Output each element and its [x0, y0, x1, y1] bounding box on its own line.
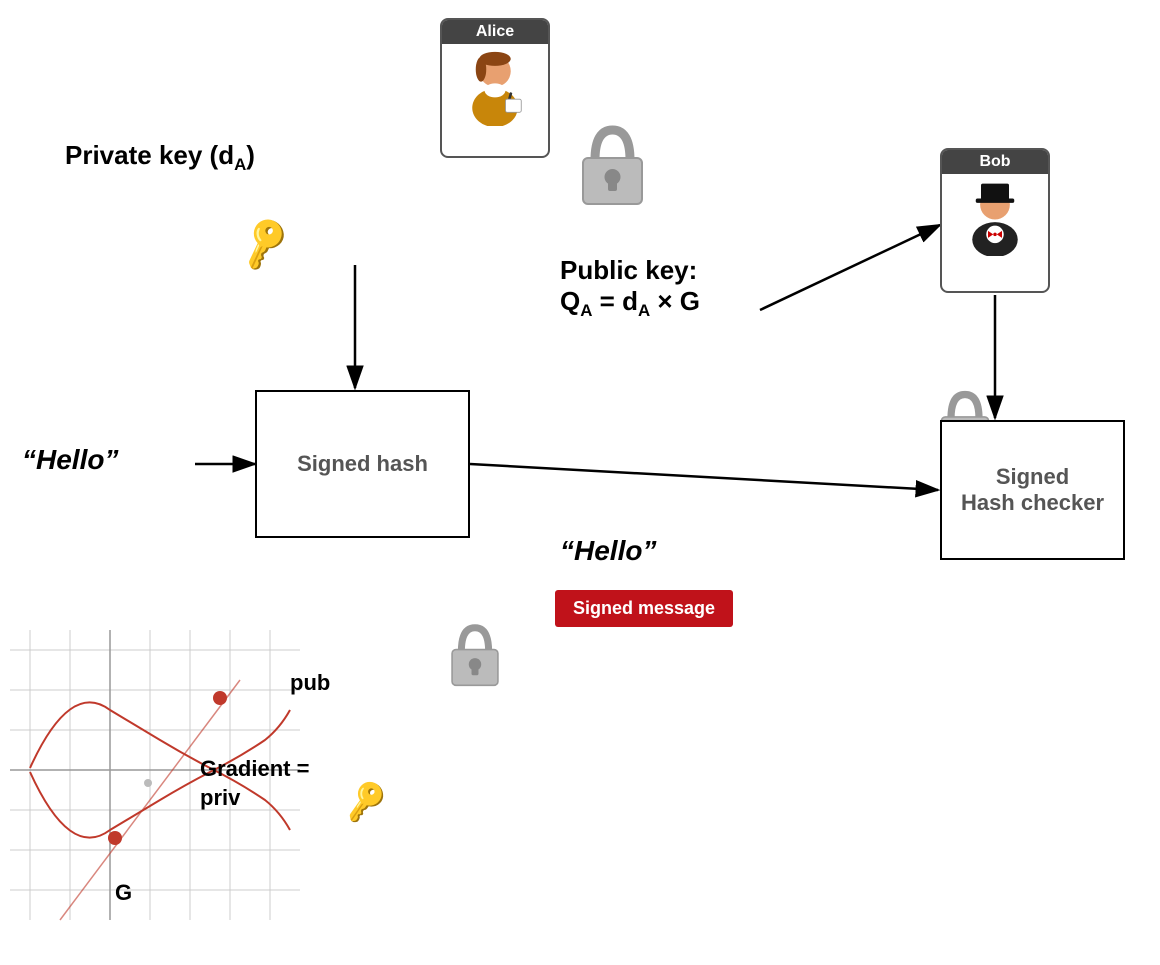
- padlock-svg: [575, 120, 650, 210]
- hash-checker-box: SignedHash checker: [940, 420, 1125, 560]
- alice-figure: [460, 46, 530, 126]
- public-key-label: Public key: QA = dA × G: [560, 255, 700, 322]
- bob-figure: [960, 176, 1030, 256]
- g-point-label: G: [115, 880, 132, 906]
- bob-header: Bob: [942, 150, 1048, 174]
- hello-input-label: “Hello”: [22, 444, 118, 476]
- padlock-bottom-svg: [445, 620, 505, 690]
- private-key-label: Private key (dA): [65, 140, 255, 175]
- signed-hash-label: Signed hash: [297, 451, 428, 477]
- public-key-padlock-icon: [575, 120, 650, 226]
- bob-box: Bob: [940, 148, 1050, 293]
- alice-box: Alice: [440, 18, 550, 158]
- signed-message-badge: Signed message: [555, 590, 733, 627]
- pub-point-label: pub: [290, 670, 330, 696]
- diagram: Private key (dA) 🔑 Alice: [0, 0, 1160, 965]
- hello-output-label: “Hello”: [560, 535, 656, 567]
- alice-header: Alice: [442, 20, 548, 44]
- signed-hash-padlock-icon: [445, 620, 505, 704]
- signed-hash-box: Signed hash: [255, 390, 470, 538]
- hash-checker-label: SignedHash checker: [961, 464, 1104, 516]
- gradient-label: Gradient = priv: [200, 755, 309, 812]
- private-key-icon: 🔑: [233, 213, 296, 274]
- gradient-key-icon: 🔑: [342, 779, 391, 826]
